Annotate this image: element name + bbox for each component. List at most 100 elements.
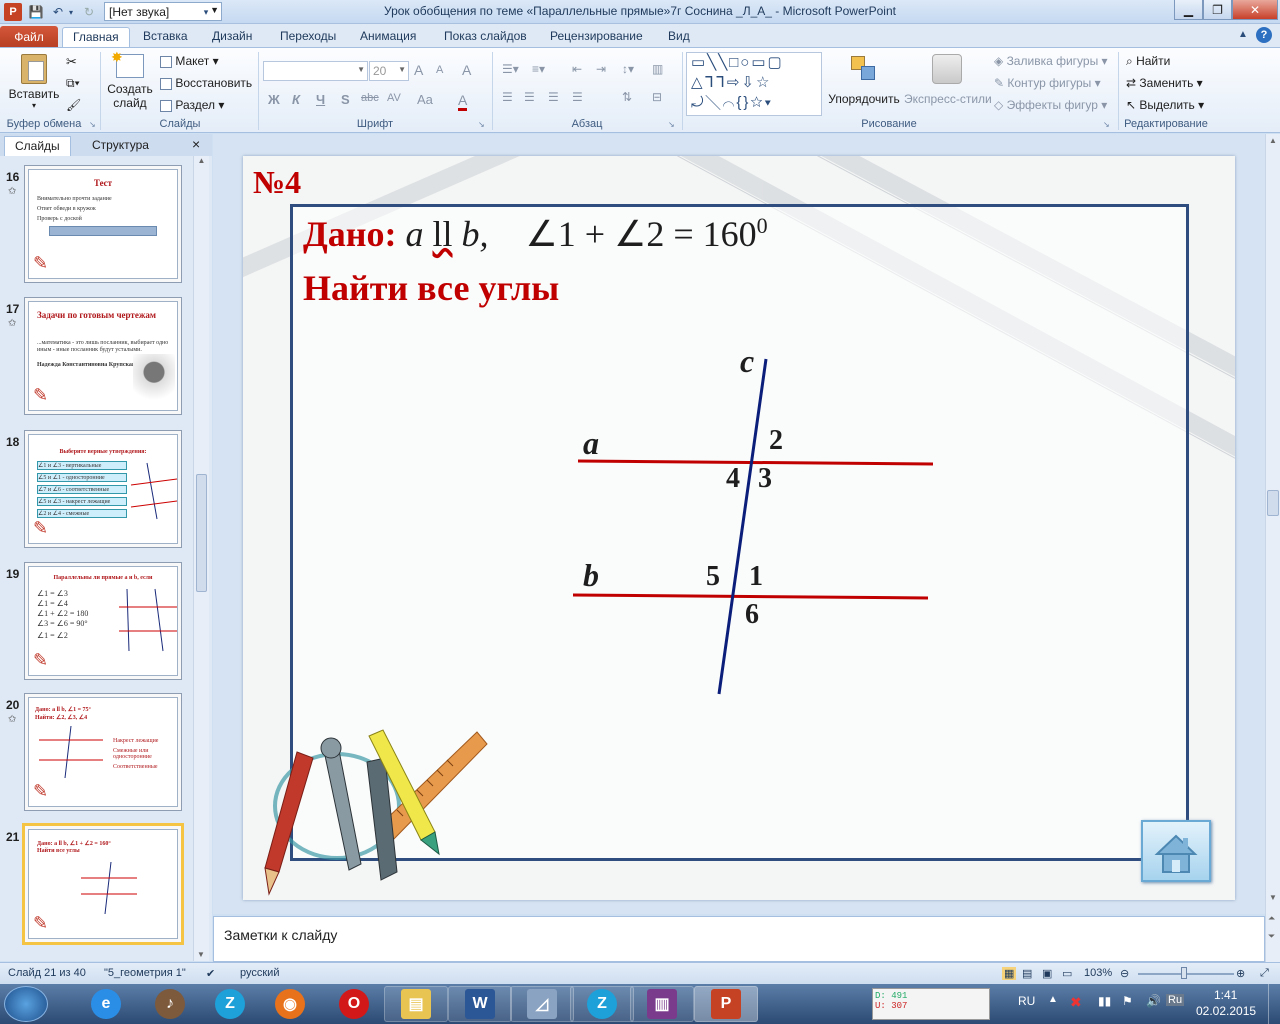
underline-button[interactable]: Ч xyxy=(316,92,325,107)
strikethrough-button[interactable]: abc xyxy=(361,92,379,104)
quick-styles-button[interactable]: Экспресс-стили xyxy=(904,52,992,106)
taskbar-word[interactable]: W xyxy=(448,986,512,1022)
bullets-button[interactable]: ☰▾ xyxy=(502,62,519,76)
reading-view-button[interactable]: ▣ xyxy=(1042,967,1052,980)
slide-canvas[interactable]: №4 Дано: a ll b, ∠1 + ∠2 = 1600 Найти вс… xyxy=(243,156,1235,900)
dialog-launcher-icon[interactable]: ↘ xyxy=(1103,120,1110,129)
spellcheck-icon[interactable]: ✔ xyxy=(206,967,215,980)
tab-design[interactable]: Дизайн xyxy=(202,27,262,48)
tab-file[interactable]: Файл xyxy=(0,26,58,48)
tab-review[interactable]: Рецензирование xyxy=(540,27,653,48)
taskbar-winrar[interactable]: ▥ xyxy=(630,986,694,1022)
previous-slide-icon[interactable]: ⏶ xyxy=(1268,913,1275,924)
tab-slides[interactable]: Слайды xyxy=(4,136,71,156)
taskbar-firefox[interactable]: ◉ xyxy=(258,986,322,1022)
arrange-button[interactable]: Упорядочить xyxy=(826,52,902,106)
taskbar-geogebra[interactable]: ◿ xyxy=(510,986,574,1022)
slide-thumbnail-17[interactable]: Задачи по готовым чертежам ...математика… xyxy=(24,297,182,415)
tab-slideshow[interactable]: Показ слайдов xyxy=(434,27,537,48)
tab-transitions[interactable]: Переходы xyxy=(270,27,346,48)
taskbar-powerpoint[interactable]: P xyxy=(694,986,758,1022)
normal-view-button[interactable]: ▦ xyxy=(1002,967,1017,980)
maximize-button[interactable]: ❐ xyxy=(1203,0,1232,20)
zoom-level[interactable]: 103% xyxy=(1084,967,1112,979)
font-size-combo[interactable]: 20 ▼ xyxy=(369,61,409,81)
find-button[interactable]: ⌕ Найти xyxy=(1126,54,1170,69)
scroll-thumb[interactable] xyxy=(1267,490,1279,516)
slide-thumbnail-19[interactable]: Параллельны ли прямые a и b, если ∠1 = ∠… xyxy=(24,562,182,680)
fit-to-window-icon[interactable]: ⤢ xyxy=(1260,967,1269,980)
slide-thumbnail-16[interactable]: Тест Внимательно прочти задание Ответ об… xyxy=(24,165,182,283)
zoom-in-icon[interactable]: ⊕ xyxy=(1236,967,1245,980)
taskbar-explorer[interactable]: ▤ xyxy=(384,986,448,1022)
slide-thumbnail-21[interactable]: Дано: a ll b, ∠1 + ∠2 = 160° Найти все у… xyxy=(22,823,184,945)
shape-fill-button[interactable]: ◈ Заливка фигуры ▾ xyxy=(994,54,1108,68)
minimize-ribbon-icon[interactable]: ▲ xyxy=(1238,29,1248,40)
line-spacing-button[interactable]: ↕▾ xyxy=(622,62,634,76)
grow-font-button[interactable]: A xyxy=(414,62,423,78)
language-indicator[interactable]: русский xyxy=(240,967,279,979)
shape-outline-button[interactable]: ✎ Контур фигуры ▾ xyxy=(994,76,1101,90)
tab-insert[interactable]: Вставка xyxy=(133,27,198,48)
clock-time[interactable]: 1:41 xyxy=(1214,988,1237,1002)
clock-date[interactable]: 02.02.2015 xyxy=(1196,1004,1256,1018)
home-button[interactable] xyxy=(1141,820,1211,882)
format-painter-icon[interactable]: 🖌 xyxy=(66,98,81,112)
decrease-indent-button[interactable]: ⇤ xyxy=(572,62,582,76)
zoom-slider-thumb[interactable] xyxy=(1181,967,1187,979)
notes-pane[interactable]: Заметки к слайду xyxy=(213,916,1265,962)
dialog-launcher-icon[interactable]: ↘ xyxy=(478,120,485,129)
theme-name[interactable]: "5_геометрия 1" xyxy=(104,967,186,979)
taskbar-ie[interactable]: e xyxy=(74,986,138,1022)
cut-icon[interactable]: ✂ xyxy=(66,54,77,70)
keyboard-language[interactable]: RU xyxy=(1018,994,1035,1008)
slide-thumbnail-18[interactable]: Выберите верные утверждения: ∠1 и ∠3 - в… xyxy=(24,430,182,548)
font-name-combo[interactable]: ▼ xyxy=(263,61,368,81)
align-right-button[interactable]: ☰ xyxy=(548,90,559,104)
change-case-button[interactable]: Aa xyxy=(417,92,433,107)
tab-animation[interactable]: Анимация xyxy=(350,27,426,48)
taskbar-opera[interactable]: O xyxy=(322,986,386,1022)
close-button[interactable]: ✕ xyxy=(1232,0,1278,20)
tray-flag-icon[interactable]: ⚑ xyxy=(1122,994,1133,1008)
taskbar-zona-2[interactable]: Z xyxy=(570,986,634,1022)
slide-sorter-button[interactable]: ▤ xyxy=(1022,967,1032,980)
scroll-up-icon[interactable]: ▲ xyxy=(1266,136,1280,145)
shrink-font-button[interactable]: A xyxy=(436,64,443,76)
replace-button[interactable]: ⇄ Заменить ▾ xyxy=(1126,76,1203,90)
tab-outline[interactable]: Структура xyxy=(82,136,159,156)
start-button[interactable] xyxy=(4,986,48,1022)
text-direction-button[interactable]: ⇅ xyxy=(622,90,632,104)
taskbar-zona[interactable]: Z xyxy=(198,986,262,1022)
increase-indent-button[interactable]: ⇥ xyxy=(596,62,606,76)
show-hidden-icons[interactable]: ▲ xyxy=(1048,994,1058,1005)
clear-format-button[interactable]: A xyxy=(462,62,471,78)
new-slide-button[interactable]: ✸ Создать слайд xyxy=(104,49,156,118)
dialog-launcher-icon[interactable]: ↘ xyxy=(668,120,675,129)
shapes-gallery[interactable]: ▭╲╲□○▭▢ △ᒣᒣ⇨⇩☆ ⤾╲⌒{}☆▾ xyxy=(686,52,822,116)
slide-scrollbar[interactable]: ▲ ▼ ⏶ ⏷ xyxy=(1265,134,1280,962)
font-color-button[interactable]: A xyxy=(458,92,468,111)
character-spacing-button[interactable]: AV xyxy=(387,92,401,104)
tray-antivirus-icon[interactable]: ✖ xyxy=(1070,994,1082,1011)
shadow-button[interactable]: S xyxy=(341,92,350,107)
help-icon[interactable]: ? xyxy=(1256,27,1272,43)
align-left-button[interactable]: ☰ xyxy=(502,90,513,104)
slideshow-button[interactable]: ▭ xyxy=(1062,967,1072,980)
section-button[interactable]: Раздел ▾ xyxy=(160,98,224,112)
numbering-button[interactable]: ≡▾ xyxy=(532,62,545,76)
bold-button[interactable]: Ж xyxy=(268,92,280,107)
tray-network-icon[interactable]: ▮▮ xyxy=(1098,994,1111,1008)
minimize-button[interactable]: ▁ xyxy=(1174,0,1203,20)
select-button[interactable]: ↖ Выделить ▾ xyxy=(1126,98,1204,112)
paste-button[interactable]: Вставить ▾ xyxy=(8,52,60,112)
tray-ru-icon[interactable]: Ru xyxy=(1166,994,1185,1006)
layout-button[interactable]: Макет ▾ xyxy=(160,54,219,68)
justify-button[interactable]: ☰ xyxy=(572,90,583,104)
reset-button[interactable]: Восстановить xyxy=(160,76,252,90)
columns-button[interactable]: ▥ xyxy=(652,62,663,76)
taskbar-winamp[interactable]: ♪ xyxy=(138,986,202,1022)
slides-pane-scrollbar[interactable]: ▲ ▼ xyxy=(193,156,209,961)
tab-home[interactable]: Главная xyxy=(62,27,130,48)
italic-button[interactable]: К xyxy=(292,92,300,107)
